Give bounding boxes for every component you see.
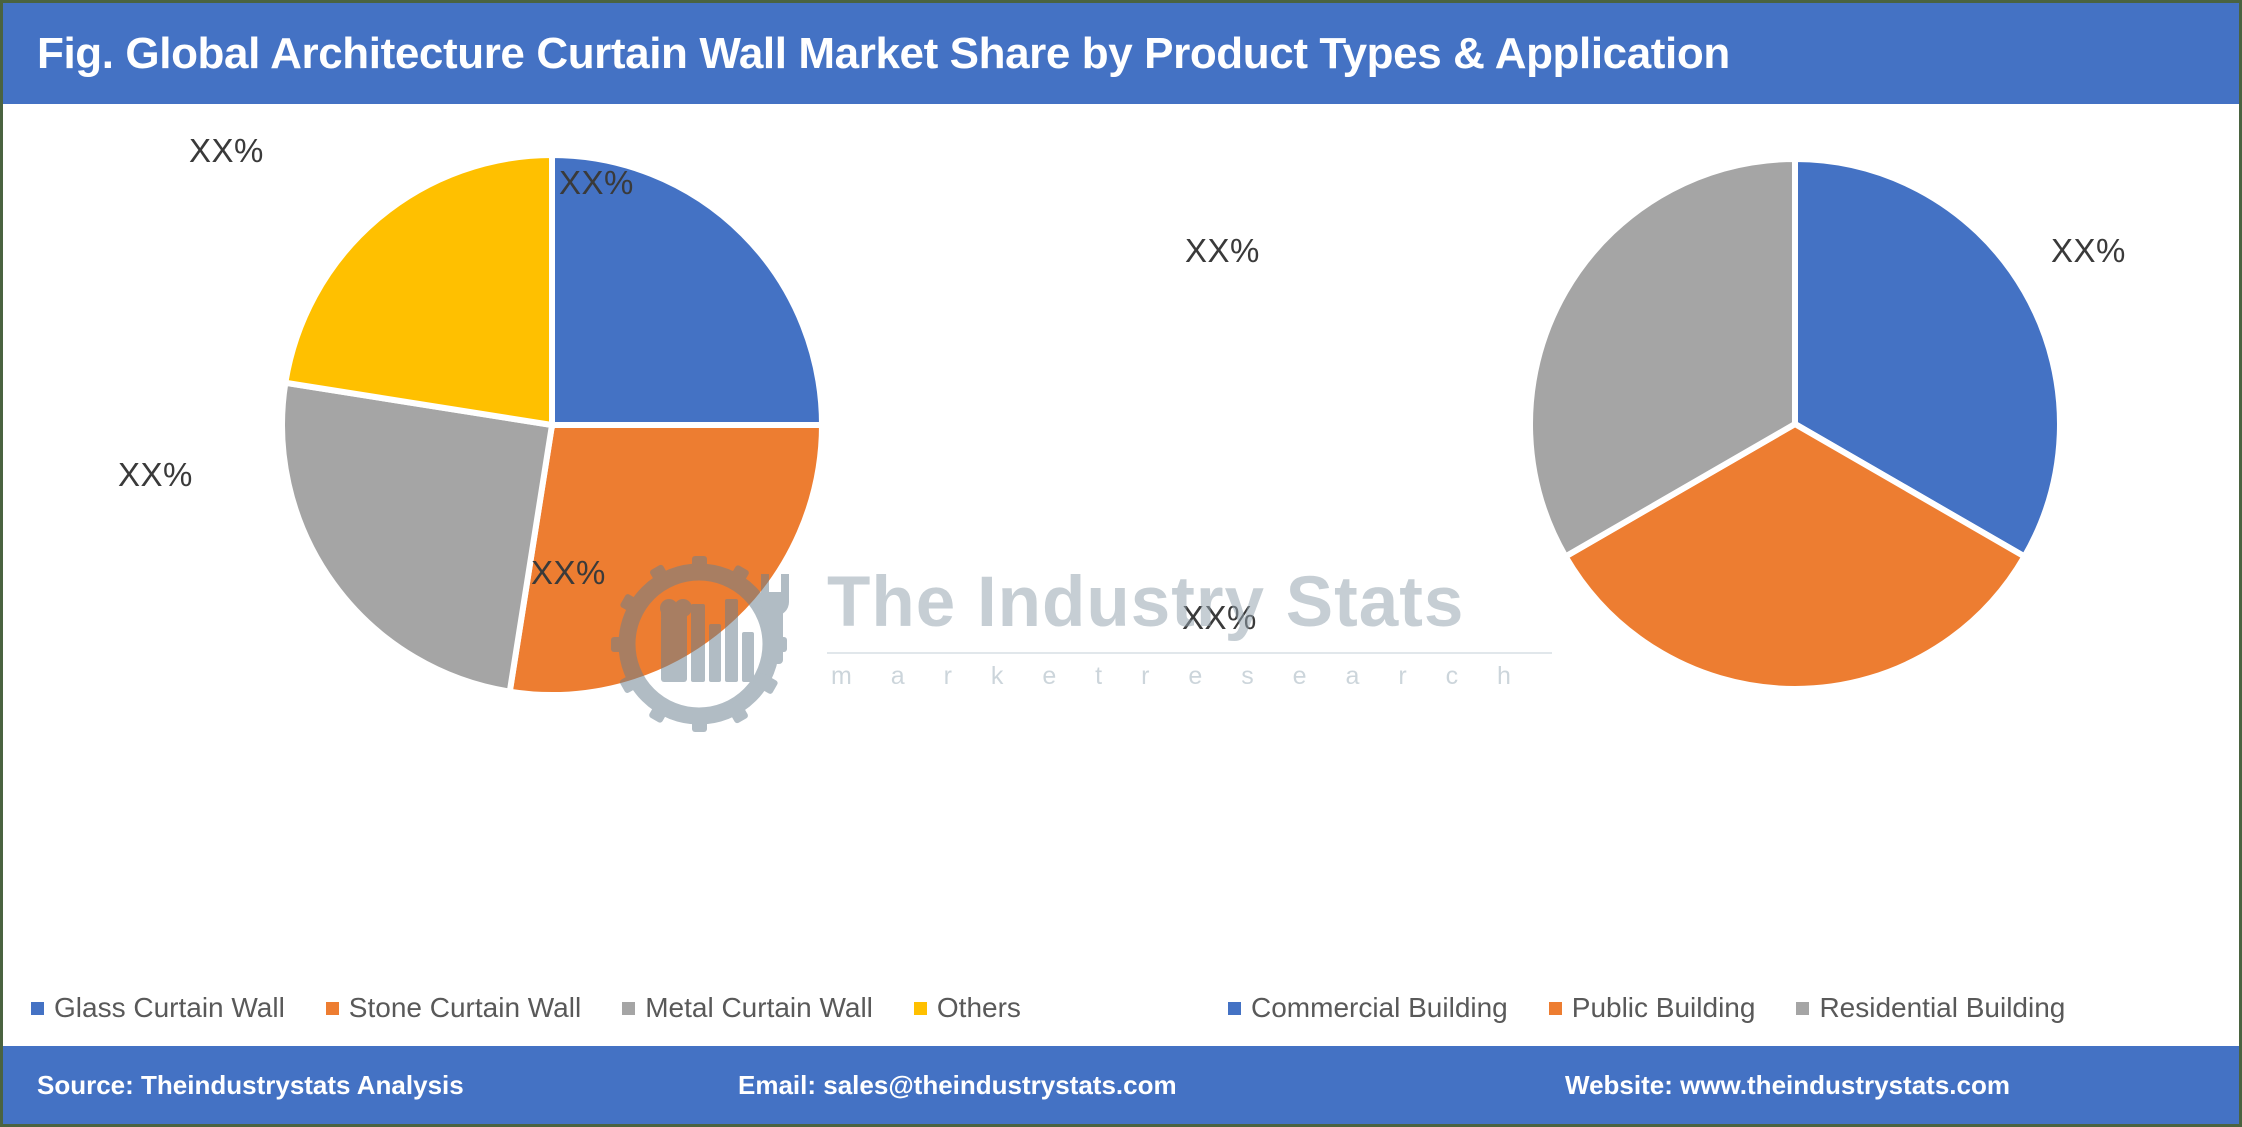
legend-swatch-icon — [325, 1001, 339, 1015]
legend-item-public-building[interactable]: Public Building — [1548, 992, 1756, 1024]
product-types-pie-svg — [279, 151, 826, 698]
figure-header: Fig. Global Architecture Curtain Wall Ma… — [3, 3, 2239, 104]
application-legend: Commercial Building Public Building Resi… — [1228, 992, 2106, 1024]
pie-label-public-building: XX% — [1182, 599, 1257, 636]
footer-source: Source: Theindustrystats Analysis — [37, 1069, 464, 1100]
pie-label-others: XX% — [189, 132, 264, 169]
legend-item-commercial-building[interactable]: Commercial Building — [1228, 992, 1508, 1024]
legend-label: Metal Curtain Wall — [645, 992, 873, 1023]
legend-label: Public Building — [1571, 992, 1756, 1023]
legend-item-stone-curtain-wall[interactable]: Stone Curtain Wall — [325, 992, 582, 1024]
product-types-chart-panel: XX% XX% XX% XX% — [3, 104, 1123, 1046]
legend-label: Commercial Building — [1251, 992, 1508, 1023]
legend-item-residential-building[interactable]: Residential Building — [1796, 992, 2065, 1024]
pie-label-commercial-building: XX% — [2051, 232, 2126, 269]
legend-item-metal-curtain-wall[interactable]: Metal Curtain Wall — [622, 992, 873, 1024]
figure-root: Fig. Global Architecture Curtain Wall Ma… — [0, 0, 2242, 1127]
page-title: Fig. Global Architecture Curtain Wall Ma… — [37, 28, 1730, 78]
application-chart-panel: XX% XX% XX% — [1123, 104, 2239, 1046]
legend-swatch-icon — [31, 1001, 44, 1015]
footer-website[interactable]: Website: www.theindustrystats.com — [1565, 1070, 2010, 1101]
legend-swatch-icon — [913, 1001, 927, 1015]
legend-swatch-icon — [1548, 1001, 1562, 1015]
legend-label: Glass Curtain Wall — [54, 992, 285, 1023]
pie-slice-others[interactable] — [281, 151, 555, 429]
footer-email[interactable]: Email: sales@theindustrystats.com — [738, 1070, 1177, 1101]
pie-slice-metal-curtain-wall[interactable] — [279, 379, 556, 696]
legend-label: Others — [936, 992, 1021, 1023]
legend-swatch-icon — [1796, 1001, 1810, 1015]
figure-footer: Source: Theindustrystats Analysis Email:… — [3, 1046, 2239, 1124]
legend-label: Stone Curtain Wall — [348, 992, 582, 1023]
pie-label-residential-building: XX% — [1185, 232, 1260, 269]
chart-body: XX% XX% XX% XX% XX% XX% XX% The Industry… — [3, 104, 2239, 1046]
product-types-pie — [257, 130, 847, 720]
legend-swatch-icon — [1228, 1001, 1241, 1015]
pie-label-glass-curtain-wall: XX% — [559, 164, 634, 201]
application-pie-svg — [1527, 155, 2063, 692]
legend-swatch-icon — [622, 1001, 636, 1015]
product-types-legend: Glass Curtain Wall Stone Curtain Wall Me… — [31, 992, 1062, 1024]
application-pie — [1505, 134, 2085, 714]
pie-label-metal-curtain-wall: XX% — [118, 456, 193, 493]
legend-item-others[interactable]: Others — [913, 992, 1021, 1024]
legend-item-glass-curtain-wall[interactable]: Glass Curtain Wall — [31, 992, 285, 1024]
legend-label: Residential Building — [1819, 992, 2066, 1023]
pie-label-stone-curtain-wall: XX% — [531, 554, 606, 591]
